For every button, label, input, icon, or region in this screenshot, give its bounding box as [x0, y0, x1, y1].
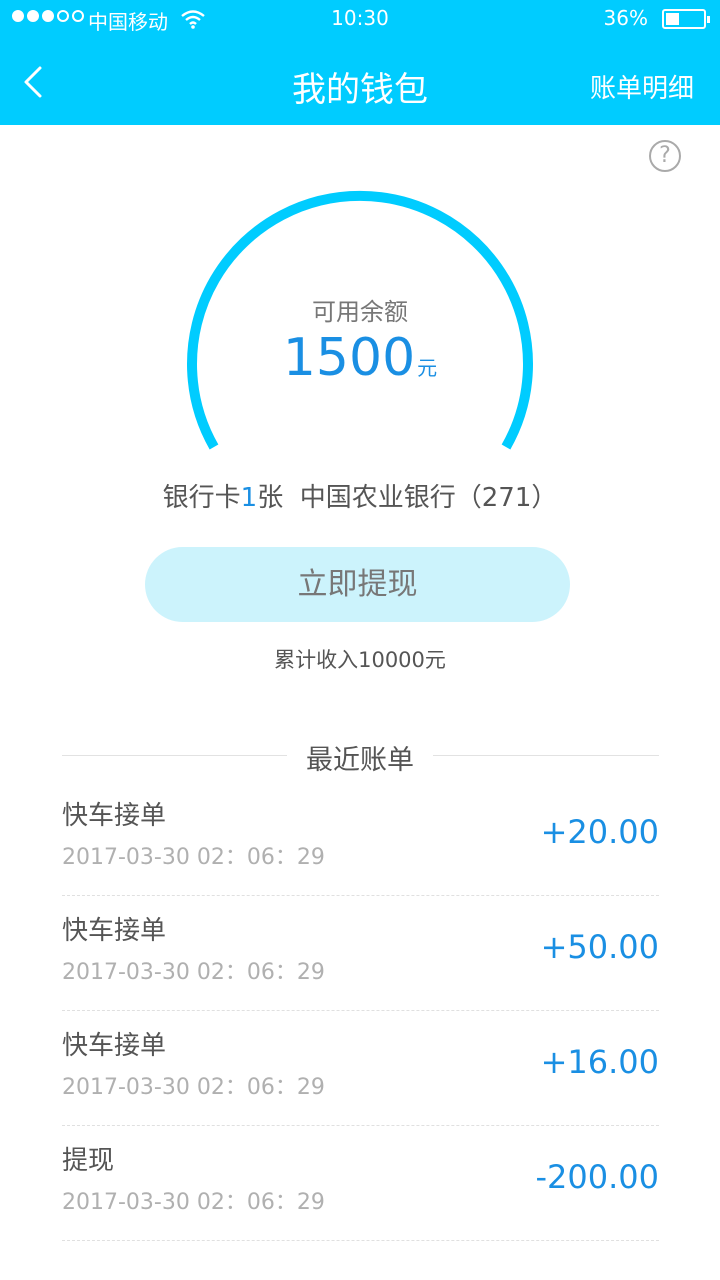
balance-value: 1500	[282, 328, 416, 388]
header: 中国移动 10:30 36% 我的钱包 账单明细	[0, 0, 720, 125]
battery-percent: 36%	[603, 6, 648, 30]
bill-date: 2017-03-30 02：06：29	[62, 845, 325, 870]
bill-date: 2017-03-30 02：06：29	[62, 1075, 325, 1100]
bill-name: 快车接单	[62, 1031, 167, 1061]
battery-icon	[662, 9, 710, 29]
bill-amount: -200.00	[535, 1158, 659, 1196]
total-income: 累计收入10000元	[274, 648, 446, 672]
bill-amount: +50.00	[540, 928, 659, 966]
bill-name: 快车接单	[62, 801, 167, 831]
bank-card-name: 张 中国农业银行（271）	[257, 483, 558, 513]
bill-row[interactable]: 快车接单 2017-03-30 02：06：29 +50.00	[62, 896, 659, 1011]
status-bar: 中国移动 10:30 36%	[0, 0, 720, 40]
bill-row[interactable]: 提现 2017-03-30 02：06：29 -200.00	[62, 1126, 659, 1241]
withdraw-button[interactable]: 立即提现	[145, 547, 570, 622]
bill-row[interactable]: 快车接单 2017-03-30 02：06：29 +20.00	[62, 781, 659, 896]
bill-name: 快车接单	[62, 916, 167, 946]
bank-card-prefix: 银行卡	[162, 483, 241, 513]
bill-row[interactable]: 快车接单 2017-03-30 02：06：29 +16.00	[62, 1011, 659, 1126]
bill-amount: +20.00	[540, 813, 659, 851]
bill-detail-link[interactable]: 账单明细	[590, 68, 694, 105]
bill-date: 2017-03-30 02：06：29	[62, 1190, 325, 1215]
balance-unit: 元	[417, 356, 438, 380]
recent-bills-title: 最近账单	[306, 745, 414, 776]
balance-label: 可用余额	[312, 298, 408, 326]
bill-date: 2017-03-30 02：06：29	[62, 960, 325, 985]
bank-card-count: 1	[240, 483, 258, 513]
bill-amount: +16.00	[540, 1043, 659, 1081]
balance-amount: 1500 元	[0, 328, 720, 388]
bill-name: 提现	[62, 1146, 115, 1176]
bank-card-info[interactable]: 银行卡1张 中国农业银行（271）	[0, 477, 720, 514]
question-circle-icon[interactable]: ?	[649, 140, 681, 172]
